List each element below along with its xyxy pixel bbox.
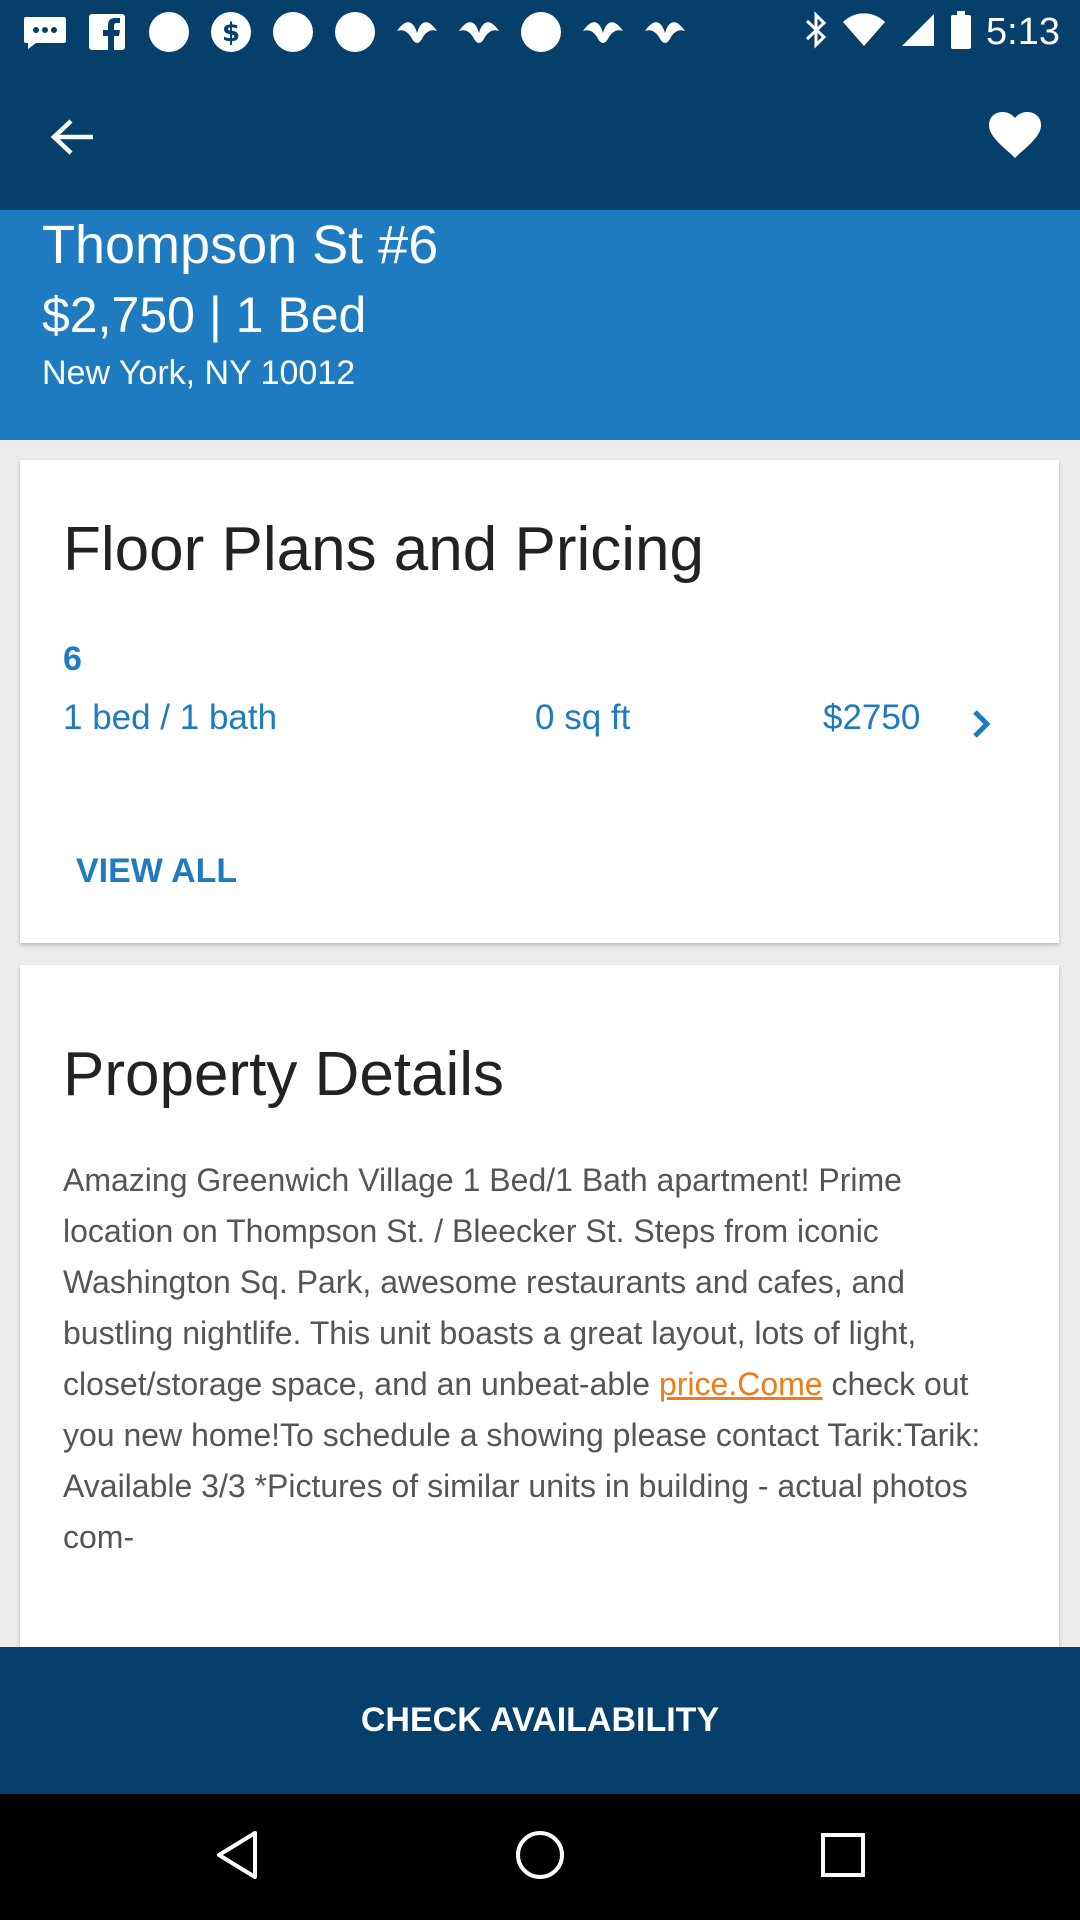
property-details-card: Property Details Amazing Greenwich Villa… (20, 965, 1059, 1665)
floor-plan-row[interactable]: 1 bed / 1 bath 0 sq ft $2750 (20, 688, 1059, 758)
property-description: Amazing Greenwich Village 1 Bed/1 Bath a… (63, 1155, 1013, 1563)
property-details-heading: Property Details (63, 1040, 505, 1109)
svg-text:$: $ (222, 18, 240, 48)
battery-icon (950, 10, 972, 55)
nav-back-button[interactable] (204, 1824, 270, 1890)
system-nav-bar (0, 1794, 1080, 1920)
floor-plan-price: $2750 (823, 698, 921, 737)
floor-plan-sqft: 0 sq ft (535, 698, 631, 737)
circle-home-icon (514, 1829, 566, 1886)
bird-app-icon (394, 12, 440, 52)
floor-plans-heading: Floor Plans and Pricing (63, 515, 704, 584)
check-availability-button[interactable]: CHECK AVAILABILITY (0, 1647, 1080, 1794)
clock: 5:13 (986, 10, 1060, 53)
bird-app-icon (580, 12, 626, 52)
bluetooth-icon (804, 10, 828, 55)
facebook-icon (84, 12, 130, 52)
notification-dot-icon (332, 12, 378, 52)
notification-dot-icon (146, 12, 192, 52)
triangle-back-icon (213, 1829, 261, 1886)
nav-recents-button[interactable] (810, 1824, 876, 1890)
view-all-button[interactable]: VIEW ALL (76, 852, 237, 891)
floor-plan-beds-baths: 1 bed / 1 bath (63, 698, 278, 737)
arrow-left-icon (49, 117, 95, 162)
favorite-button[interactable] (980, 105, 1050, 171)
signal-icon (900, 12, 936, 53)
status-bar: $ 5:13 (0, 0, 1080, 63)
app-bar (0, 63, 1080, 210)
notification-dot-icon (270, 12, 316, 52)
listing-address: New York, NY 10012 (42, 354, 356, 392)
notification-dot-icon (518, 12, 564, 52)
notification-icons: $ (22, 12, 688, 52)
back-button[interactable] (42, 109, 102, 169)
square-recents-icon (819, 1831, 867, 1884)
floor-plan-name: 6 (63, 640, 82, 678)
currency-app-icon: $ (208, 12, 254, 52)
description-link[interactable]: price.Come (659, 1366, 823, 1402)
nav-home-button[interactable] (507, 1824, 573, 1890)
floor-plans-card: Floor Plans and Pricing 6 1 bed / 1 bath… (20, 460, 1059, 943)
bird-app-icon (642, 12, 688, 52)
messages-icon (22, 12, 68, 52)
listing-title: Thompson St #6 (42, 215, 439, 275)
listing-price-beds: $2,750 | 1 Bed (42, 287, 367, 343)
listing-header: Thompson St #6 $2,750 | 1 Bed New York, … (0, 210, 1080, 440)
system-status: 5:13 (804, 10, 1060, 54)
bird-app-icon (456, 12, 502, 52)
wifi-icon (842, 12, 886, 53)
heart-icon (989, 111, 1041, 165)
chevron-right-icon (967, 702, 997, 746)
